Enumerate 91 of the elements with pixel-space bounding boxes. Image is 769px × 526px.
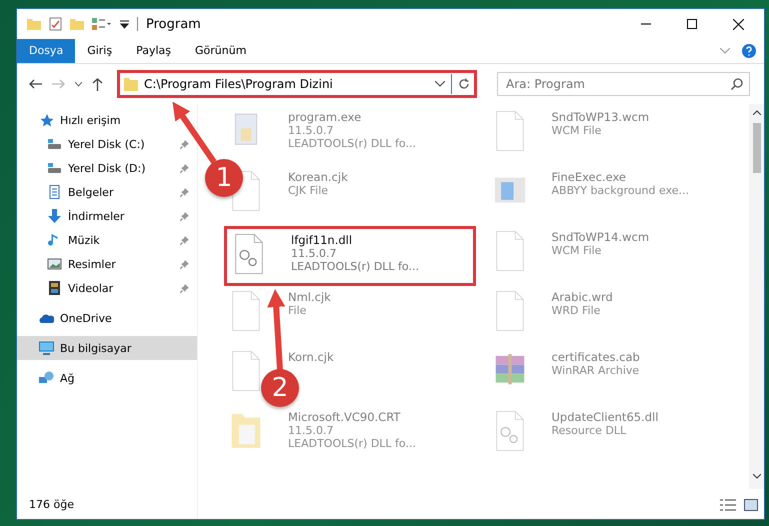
details-view-icon[interactable] xyxy=(720,499,736,511)
drive-icon xyxy=(47,161,62,175)
address-bar[interactable]: C:\Program Files\Program Dizini xyxy=(117,70,477,98)
sidebar-item[interactable]: Resimler xyxy=(68,258,116,270)
sidebar-item[interactable]: İndirmeler xyxy=(68,210,124,222)
file-icon xyxy=(230,350,262,392)
search-field[interactable]: Ara: Program xyxy=(497,72,750,96)
refresh-icon[interactable] xyxy=(458,78,470,90)
pin-icon xyxy=(180,212,189,220)
file-detail: WRD File xyxy=(552,304,602,317)
properties-icon[interactable] xyxy=(49,17,62,31)
view-options-icon[interactable] xyxy=(92,18,112,30)
sidebar-item[interactable]: Belgeler xyxy=(68,186,114,198)
ribbon-tab[interactable]: Dosya xyxy=(17,39,76,63)
customize-toolbar-icon[interactable] xyxy=(120,19,129,29)
file-detail: 11.5.0.7 xyxy=(288,424,334,437)
file-icon xyxy=(494,110,526,152)
file-detail: LEADTOOLS(r) DLL fo... xyxy=(288,137,416,150)
sidebar-item[interactable]: Yerel Disk (D:) xyxy=(68,162,146,174)
star-icon xyxy=(39,113,54,127)
file-name[interactable]: certificates.cab xyxy=(552,350,640,364)
file-icon xyxy=(230,290,262,332)
folder-icon xyxy=(124,77,138,91)
file-name[interactable]: Korean.cjk xyxy=(288,170,348,184)
pictures-icon xyxy=(47,257,62,271)
file-detail: ABBYY background exe... xyxy=(552,184,690,197)
up-arrow-icon[interactable] xyxy=(92,78,103,90)
recent-dropdown-icon[interactable] xyxy=(75,82,82,86)
chevron-down-icon[interactable] xyxy=(435,81,445,87)
sidebar-item[interactable]: Yerel Disk (C:) xyxy=(68,138,145,150)
file-name[interactable]: Nml.cjk xyxy=(288,290,331,304)
file-detail: WCM File xyxy=(552,244,602,257)
sidebar-item[interactable]: Ağ xyxy=(60,372,75,384)
file-detail: 11.5.0.7 xyxy=(288,124,334,137)
file-name[interactable]: Arabic.wrd xyxy=(552,290,613,304)
gear-file-icon xyxy=(233,233,265,275)
file-detail: CJK File xyxy=(288,184,330,197)
file-detail: Resource DLL xyxy=(552,424,628,437)
step-number-badge: 2 xyxy=(261,369,299,407)
file-name[interactable]: SndToWP13.wcm xyxy=(552,110,650,124)
pin-icon xyxy=(180,188,189,196)
videos-icon xyxy=(47,281,62,295)
close-icon[interactable] xyxy=(733,18,744,30)
pin-icon xyxy=(180,284,189,292)
file-icon xyxy=(494,230,526,272)
ribbon-tab[interactable]: Görünüm xyxy=(183,39,258,63)
download-icon xyxy=(47,209,62,223)
pin-icon xyxy=(180,260,189,268)
window-title: Program xyxy=(146,16,201,32)
file-detail: LEADTOOLS(r) DLL fo... xyxy=(288,437,416,450)
large-icons-view-icon[interactable] xyxy=(744,499,758,511)
pin-icon xyxy=(180,236,189,244)
network-icon xyxy=(39,371,54,385)
search-icon xyxy=(731,78,743,90)
sidebar-item[interactable]: Bu bilgisayar xyxy=(17,336,197,360)
ribbon-tab[interactable]: Giriş xyxy=(75,39,124,63)
file-name[interactable]: program.exe xyxy=(288,110,416,124)
scrollbar[interactable] xyxy=(749,104,764,489)
pin-icon xyxy=(180,164,189,172)
back-arrow-icon[interactable] xyxy=(29,79,42,89)
pin-icon xyxy=(180,140,189,148)
sidebar-item[interactable]: Müzik xyxy=(68,234,100,246)
file-detail: WinRAR Archive xyxy=(552,364,640,377)
highlighted-file-tile[interactable]: lfgif11n.dll 11.5.0.7 LEADTOOLS(r) DLL fo... xyxy=(224,226,476,286)
item-count: 176 öğe xyxy=(28,498,75,513)
gear-file-icon xyxy=(494,410,526,452)
file-name[interactable]: UpdateClient65.dll xyxy=(552,410,658,424)
docs-icon xyxy=(47,185,62,199)
file-detail: File xyxy=(288,304,308,317)
annotation-arrow xyxy=(172,102,216,164)
file-name[interactable]: FineExec.exe xyxy=(552,170,690,184)
file-name[interactable]: Korn.cjk xyxy=(288,350,334,364)
sidebar-item[interactable]: Videolar xyxy=(68,282,114,294)
sidebar-item[interactable]: OneDrive xyxy=(60,312,112,324)
file-name[interactable]: lfgif11n.dll xyxy=(291,233,419,247)
scrollbar-thumb[interactable] xyxy=(752,123,760,173)
scroll-down-icon[interactable] xyxy=(752,474,760,479)
maximize-icon[interactable] xyxy=(687,19,697,29)
file-detail: LEADTOOLS(r) DLL fo... xyxy=(291,260,419,273)
file-name[interactable]: Microsoft.VC90.CRT xyxy=(288,410,416,424)
file-icon xyxy=(494,290,526,332)
ribbon-tab[interactable]: Paylaş xyxy=(124,39,183,63)
scroll-up-icon[interactable] xyxy=(752,110,760,115)
help-icon[interactable] xyxy=(742,44,756,58)
drive-icon xyxy=(47,137,62,151)
step-number-badge: 1 xyxy=(205,159,243,197)
pc-icon xyxy=(39,341,54,355)
file-detail: WCM File xyxy=(552,124,602,137)
file-name[interactable]: SndToWP14.wcm xyxy=(552,230,650,244)
sidebar-item[interactable]: Hızlı erişim xyxy=(60,114,121,126)
file-detail: 11.5.0.7 xyxy=(291,247,338,260)
